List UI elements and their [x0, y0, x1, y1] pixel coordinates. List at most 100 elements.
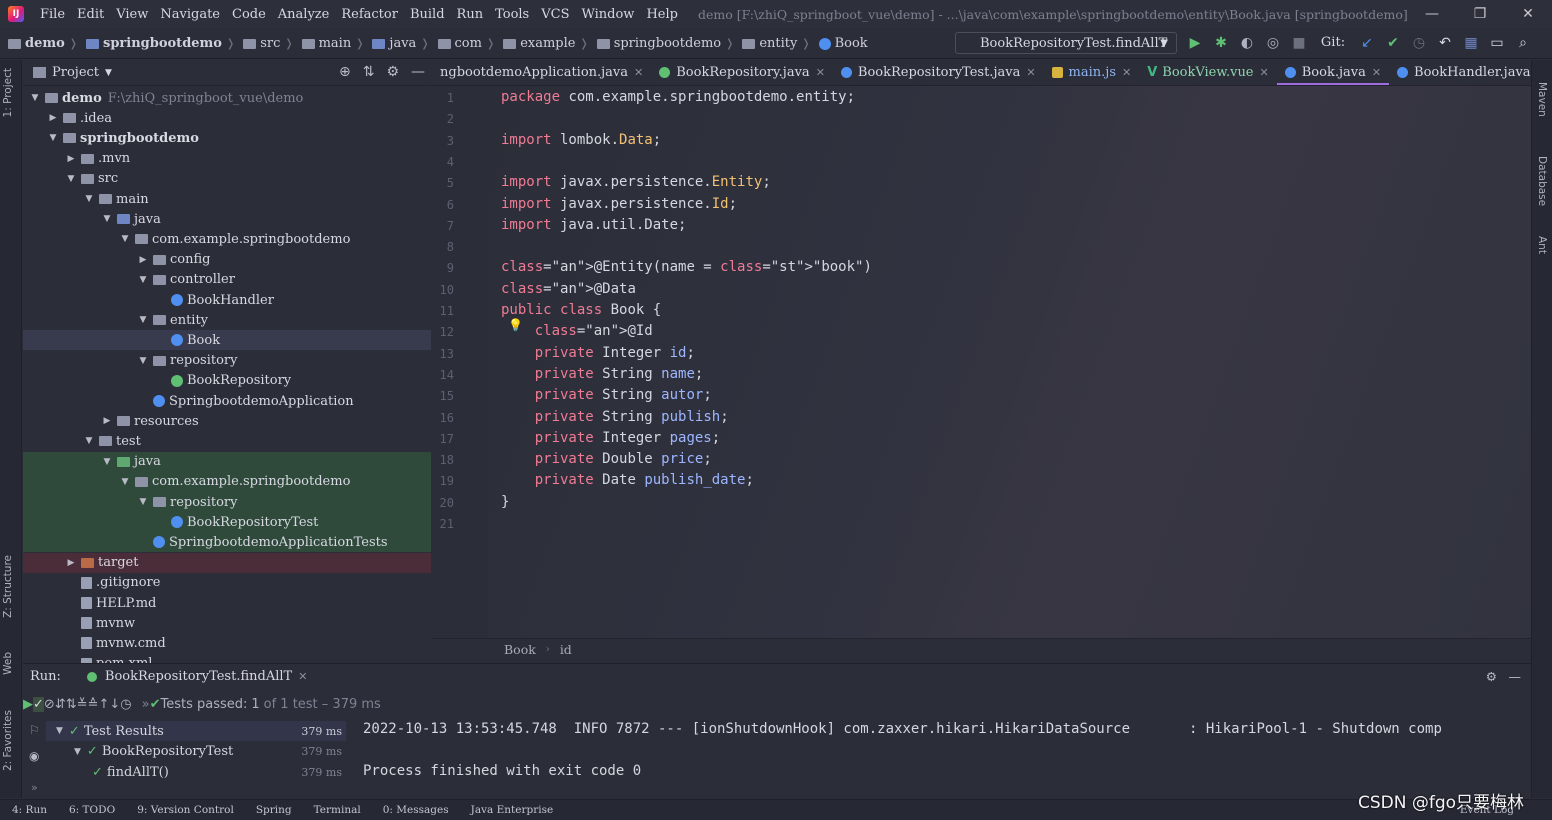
chevron-down-icon[interactable]: ▼ — [137, 497, 149, 507]
run-icon[interactable]: ▶ — [1186, 33, 1204, 53]
chevron-down-icon[interactable]: ▼ — [119, 477, 131, 487]
tree-item[interactable]: HELP.md — [23, 593, 431, 613]
tree-item[interactable]: ▼ com.example.springbootdemo — [23, 471, 431, 492]
git-commit-icon[interactable]: ✔ — [1384, 33, 1402, 53]
hide-icon[interactable]: — — [1509, 669, 1522, 684]
breadcrumb-item[interactable]: main — [319, 36, 352, 51]
menu-item-analyze[interactable]: Analyze — [272, 7, 336, 22]
status-tab[interactable]: 9: Version Control — [137, 804, 234, 816]
breadcrumb-item[interactable]: example — [520, 36, 575, 51]
breadcrumb-item[interactable]: Book — [835, 36, 868, 51]
gear-icon[interactable]: ⚙ — [1486, 669, 1497, 684]
run-console[interactable]: 2022-10-13 13:53:45.748 INFO 7872 --- [i… — [347, 719, 1497, 799]
chevron-down-icon[interactable]: ▼ — [83, 436, 95, 446]
tree-item[interactable]: ▼ controller — [23, 270, 431, 290]
run-tab-label[interactable]: BookRepositoryTest.findAllT — [105, 669, 292, 684]
editor-tab[interactable]: BookHandler.java✕ — [1389, 60, 1531, 85]
menu-item-run[interactable]: Run — [451, 7, 490, 22]
rollback-icon[interactable]: ↶ — [1436, 33, 1454, 53]
tree-item[interactable]: ▼ springbootdemo — [23, 128, 431, 148]
tree-item[interactable]: SpringbootdemoApplication — [23, 391, 431, 411]
hide-icon[interactable]: — — [411, 64, 425, 80]
menu-item-view[interactable]: View — [110, 7, 154, 22]
tree-item[interactable]: ▶ config — [23, 250, 431, 270]
profile-icon[interactable]: ◎ — [1264, 33, 1282, 53]
chevron-right-icon[interactable]: ▶ — [65, 558, 77, 568]
chevron-down-icon[interactable]: ▼ — [137, 356, 149, 366]
chevron-down-icon[interactable]: ▼ — [47, 133, 59, 143]
tree-item[interactable]: BookHandler — [23, 290, 431, 310]
show-ignored-icon[interactable]: ⊘ — [44, 697, 55, 712]
chevron-down-icon[interactable]: ▼ — [101, 214, 113, 224]
test-result-row[interactable]: ✓ findAllT() 379 ms — [46, 762, 346, 782]
run-configuration-select[interactable]: BookRepositoryTest.findAllT ▼ — [955, 32, 1177, 54]
menu-item-vcs[interactable]: VCS — [535, 7, 575, 22]
tree-item[interactable]: SpringbootdemoApplicationTests — [23, 532, 431, 553]
tree-item[interactable]: BookRepositoryTest — [23, 512, 431, 533]
tool-tab-database[interactable]: Database — [1536, 156, 1548, 206]
tree-item[interactable]: ▼ repository — [23, 351, 431, 371]
camera-icon[interactable]: ◉ — [29, 749, 39, 763]
test-result-row[interactable]: ▼ ✓ BookRepositoryTest 379 ms — [46, 742, 346, 762]
editor-tab[interactable]: BookRepository.java ✕ — [651, 60, 833, 85]
restore-icon[interactable]: ❐ — [1456, 0, 1504, 28]
editor-breadcrumb-field[interactable]: id — [560, 642, 572, 657]
tool-tab-maven[interactable]: Maven — [1536, 82, 1548, 117]
tree-item[interactable]: ▼ com.example.springbootdemo — [23, 229, 431, 249]
git-update-icon[interactable]: ↙ — [1358, 33, 1376, 53]
chevron-down-icon[interactable]: ▼ — [65, 174, 77, 184]
tool-tab-structure[interactable]: Z: Structure — [2, 555, 14, 618]
tree-item[interactable]: .gitignore — [23, 573, 431, 593]
menu-item-build[interactable]: Build — [404, 7, 451, 22]
chevron-down-icon[interactable]: ▼ — [119, 234, 131, 244]
breadcrumb-item[interactable]: springbootdemo — [103, 36, 222, 51]
close-icon[interactable]: ✕ — [1260, 66, 1269, 79]
next-icon[interactable]: ↓ — [109, 697, 120, 712]
tree-item[interactable]: Book — [23, 330, 431, 351]
close-icon[interactable]: ✕ — [1372, 66, 1381, 79]
tree-item[interactable]: ▼ main — [23, 189, 431, 209]
history-icon[interactable]: ◷ — [120, 697, 131, 712]
status-tab[interactable]: Spring — [256, 804, 292, 816]
status-tab[interactable]: 0: Messages — [383, 804, 449, 816]
tree-item[interactable]: ▶ .mvn — [23, 149, 431, 169]
editor-tab[interactable]: V BookView.vue ✕ — [1139, 60, 1277, 85]
status-tab[interactable]: 6: TODO — [69, 804, 115, 816]
breadcrumb-item[interactable]: com — [455, 36, 482, 51]
tool-tab-favorites[interactable]: 2: Favorites — [2, 710, 14, 771]
chevron-down-icon[interactable]: ▼ — [105, 68, 112, 78]
tree-item[interactable]: mvnw — [23, 613, 431, 633]
breadcrumb-item[interactable]: src — [260, 36, 280, 51]
menu-item-edit[interactable]: Edit — [71, 7, 110, 22]
tree-item[interactable]: ▶ target — [23, 552, 431, 573]
tree-item[interactable]: mvnw.cmd — [23, 633, 431, 653]
chevron-right-icon[interactable]: ▶ — [137, 255, 149, 265]
chevron-down-icon[interactable]: ▼ — [74, 747, 81, 757]
sort-alpha-icon[interactable]: ⇵ — [55, 697, 66, 712]
close-icon[interactable]: ✕ — [1504, 0, 1552, 28]
menu-item-tools[interactable]: Tools — [489, 7, 535, 22]
breadcrumb-item[interactable]: demo — [25, 36, 65, 51]
breadcrumb-item[interactable]: java — [389, 36, 416, 51]
chevron-down-icon[interactable]: ▼ — [101, 457, 113, 467]
chevron-right-icon[interactable]: ▶ — [65, 154, 77, 164]
editor-tab[interactable]: BookRepositoryTest.java ✕ — [833, 60, 1044, 85]
breadcrumb-item[interactable]: entity — [759, 36, 797, 51]
close-icon[interactable]: ✕ — [298, 670, 307, 683]
tree-item[interactable]: ▼ java — [23, 209, 431, 229]
tree-item[interactable]: ▶ resources — [23, 411, 431, 431]
gear-icon[interactable]: ⚙ — [386, 64, 399, 80]
more-icon[interactable]: » — [142, 697, 150, 712]
close-icon[interactable]: ✕ — [816, 66, 825, 79]
project-structure-icon[interactable]: ▦ — [1462, 33, 1480, 53]
tree-item[interactable]: ▼ entity — [23, 310, 431, 330]
chevron-down-icon[interactable]: ▼ — [29, 93, 41, 103]
sort-duration-icon[interactable]: ⇅ — [66, 697, 77, 712]
git-history-icon[interactable]: ◷ — [1410, 33, 1428, 53]
pin-icon[interactable]: ⚐ — [29, 723, 40, 737]
chevron-down-icon[interactable]: ▼ — [83, 194, 95, 204]
tree-item[interactable]: ▼ repository — [23, 492, 431, 512]
status-tab[interactable]: Java Enterprise — [471, 804, 554, 816]
tool-tab-web[interactable]: Web — [2, 652, 14, 675]
tree-item[interactable]: pom.xml — [23, 654, 431, 663]
